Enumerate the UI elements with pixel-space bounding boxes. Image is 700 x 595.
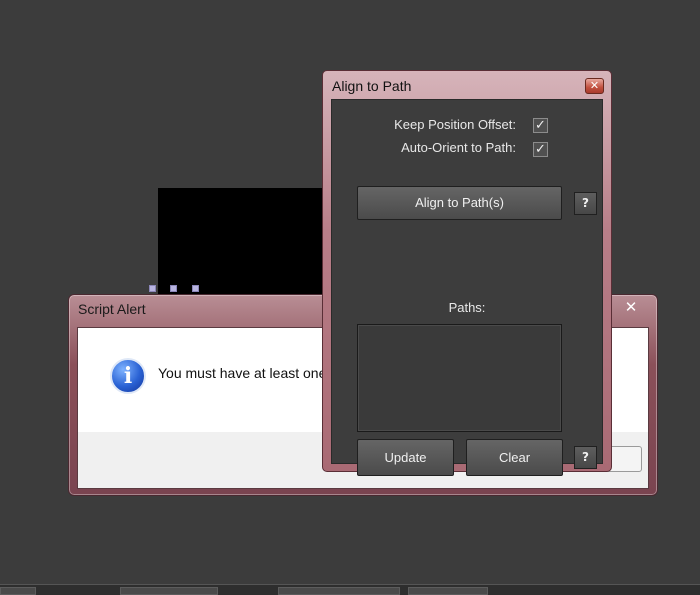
info-icon: i [110, 358, 146, 394]
auto-orient-checkbox[interactable]: ✓ [533, 142, 548, 157]
paths-list[interactable] [357, 324, 562, 432]
update-button[interactable]: Update [357, 439, 454, 476]
keep-position-offset-label: Keep Position Offset: [394, 117, 516, 132]
bottom-toolbar [0, 584, 700, 595]
paths-label: Paths: [448, 300, 486, 315]
alert-close-icon[interactable]: ✕ [621, 298, 641, 316]
layer-handle[interactable] [170, 285, 177, 292]
alert-message: You must have at least one [158, 365, 327, 381]
align-help-button[interactable]: ? [574, 192, 597, 215]
keep-position-offset-checkbox[interactable]: ✓ [533, 118, 548, 133]
clear-button[interactable]: Clear [466, 439, 563, 476]
close-icon[interactable]: ✕ [585, 78, 604, 94]
paths-help-button[interactable]: ? [574, 446, 597, 469]
auto-orient-label: Auto-Orient to Path: [401, 140, 516, 155]
panel-title: Align to Path [332, 78, 412, 94]
layer-handle[interactable] [149, 285, 156, 292]
align-to-paths-button[interactable]: Align to Path(s) [357, 186, 562, 220]
alert-title: Script Alert [78, 301, 146, 317]
align-to-path-window: Align to Path ✕ Keep Position Offset: ✓ … [322, 70, 612, 476]
layer-handle[interactable] [192, 285, 199, 292]
composition-layer [158, 188, 328, 296]
panel-body: Keep Position Offset: ✓ Auto-Orient to P… [331, 99, 603, 476]
